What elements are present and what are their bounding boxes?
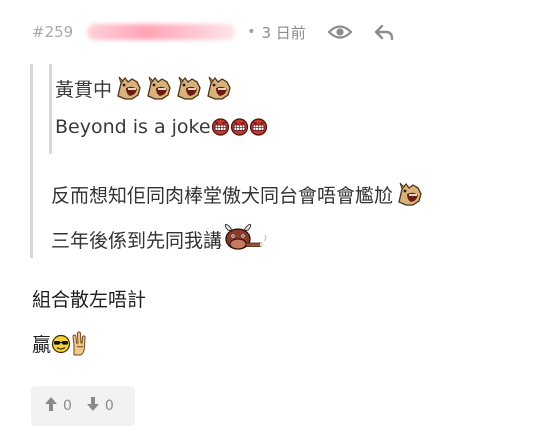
downvote-button[interactable]: 0 [86,396,114,416]
quote-line-2: 三年後係到先同我講 [51,224,268,254]
reply-line-1: 組合散左唔計 [32,285,146,312]
horse-emoticon [393,180,423,208]
reply-icon[interactable] [374,24,394,40]
arrow-down-icon [86,396,100,416]
reply-line-2: 贏 [32,330,87,357]
upvote-button[interactable]: 0 [44,396,72,416]
quote-block: 黃貫中 Beyond is a joke 反而想知佢同肉棒堂傲犬同台會唔會尷尬 … [30,64,523,258]
red-laughing-face-emoticon [211,118,230,136]
nested-quote-text-2: Beyond is a joke [55,116,211,138]
separator-dot: • [247,24,256,40]
username-blurred[interactable] [87,24,236,40]
reply-text-1: 組合散左唔計 [32,289,147,311]
red-laughing-face-emoticon [230,118,249,136]
nested-quote-text-1: 黃貫中 [55,78,113,101]
post-time: 3 日前 [261,23,306,42]
horse-emoticon [142,74,172,102]
arrow-up-icon [44,396,58,416]
post-header: #259 • 3 日前 [32,18,394,46]
vote-box: 0 0 [31,386,135,426]
red-laughing-face-emoticon [249,118,268,136]
horse-emoticon [112,74,142,102]
nested-quote-line-1: 黃貫中 [55,74,232,102]
downvote-count: 0 [104,398,114,414]
eye-icon[interactable] [327,24,352,40]
quote-line-1: 反而想知佢同肉棒堂傲犬同台會唔會尷尬 [51,180,423,208]
nested-quote-block [49,64,52,154]
quote-text-2: 三年後係到先同我講 [51,229,223,252]
post-number: #259 [32,23,74,41]
upvote-count: 0 [63,398,72,414]
reply-text-2: 贏 [32,334,52,356]
quote-text-1: 反而想知佢同肉棒堂傲犬同台會唔會尷尬 [51,184,394,207]
sunglasses-face-emoticon [51,334,71,354]
nested-quote-line-2: Beyond is a joke [55,116,268,138]
rock-hand-emoticon [71,330,87,357]
bull-cigar-emoticon [222,224,268,254]
horse-emoticon [172,74,202,102]
horse-emoticon [202,74,232,102]
